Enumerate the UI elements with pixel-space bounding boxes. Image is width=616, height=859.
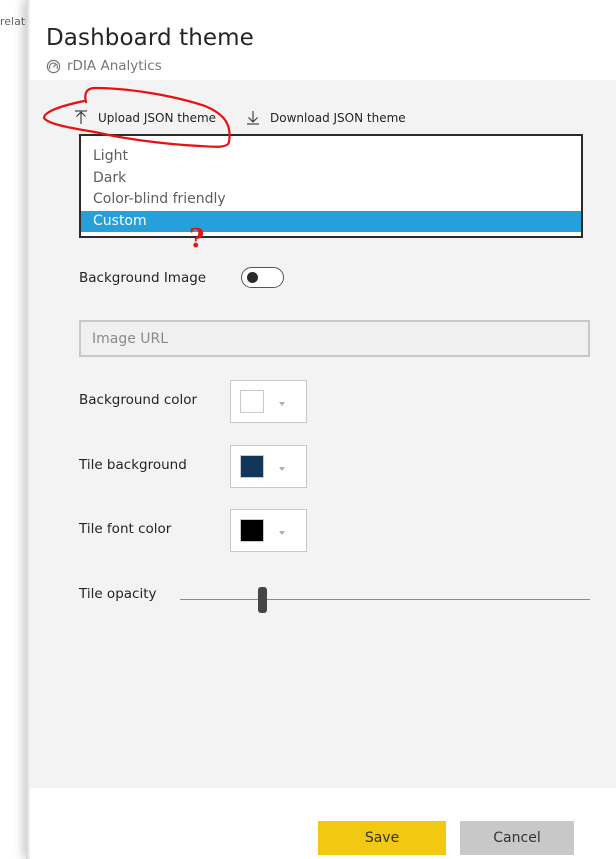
workspace-name: rDIA Analytics — [67, 58, 162, 74]
tile-font-color-picker[interactable] — [230, 509, 307, 552]
dialog-subtitle: rDIA Analytics — [46, 58, 162, 74]
panel-shadow — [26, 0, 30, 859]
slider-track — [180, 599, 590, 600]
tile-opacity-label: Tile opacity — [79, 586, 157, 602]
tile-background-swatch — [240, 455, 264, 478]
chevron-down-icon — [279, 402, 285, 406]
theme-option-light[interactable]: Light — [81, 146, 581, 168]
json-theme-actions: Upload JSON theme Download JSON theme — [74, 110, 406, 125]
chevron-down-icon — [279, 531, 285, 535]
upload-arrow-icon — [75, 110, 87, 124]
save-button[interactable]: Save — [318, 821, 446, 855]
dashboard-theme-dialog: Dashboard theme rDIA Analytics Upload JS… — [26, 0, 616, 859]
background-color-label: Background color — [79, 392, 198, 408]
tile-font-color-swatch — [240, 519, 264, 542]
download-json-theme-button[interactable]: Download JSON theme — [246, 110, 406, 125]
tile-background-label: Tile background — [79, 457, 187, 473]
dialog-body: Upload JSON theme Download JSON theme Li… — [26, 80, 616, 788]
upload-json-theme-label: Upload JSON theme — [98, 110, 217, 125]
dialog-title: Dashboard theme — [46, 25, 254, 51]
cancel-button[interactable]: Cancel — [460, 821, 574, 855]
tile-opacity-slider[interactable] — [180, 585, 590, 615]
theme-option-color-blind-friendly[interactable]: Color-blind friendly — [81, 189, 581, 211]
background-color-swatch — [240, 390, 264, 413]
theme-option-custom[interactable]: Custom — [81, 210, 581, 232]
slider-thumb[interactable] — [257, 587, 267, 613]
dialog-header: Dashboard theme rDIA Analytics — [26, 0, 616, 80]
download-json-theme-label: Download JSON theme — [270, 110, 406, 125]
dialog-footer: Save Cancel — [26, 788, 616, 859]
background-page-text: relate — [0, 15, 28, 28]
tile-font-color-label: Tile font color — [79, 521, 172, 537]
toggle-knob — [247, 272, 258, 283]
gauge-icon — [46, 59, 61, 73]
background-page: relate — [0, 0, 28, 859]
upload-json-theme-button[interactable]: Upload JSON theme — [74, 110, 216, 125]
chevron-down-icon — [279, 467, 285, 471]
download-arrow-icon — [247, 111, 260, 125]
tile-background-picker[interactable] — [230, 445, 307, 488]
background-color-picker[interactable] — [230, 380, 307, 423]
background-image-label: Background Image — [79, 270, 207, 286]
theme-option-dark[interactable]: Dark — [81, 168, 581, 190]
background-image-toggle[interactable] — [241, 267, 284, 288]
image-url-input[interactable] — [79, 320, 590, 357]
theme-listbox[interactable]: Light Dark Color-blind friendly Custom — [79, 134, 583, 238]
